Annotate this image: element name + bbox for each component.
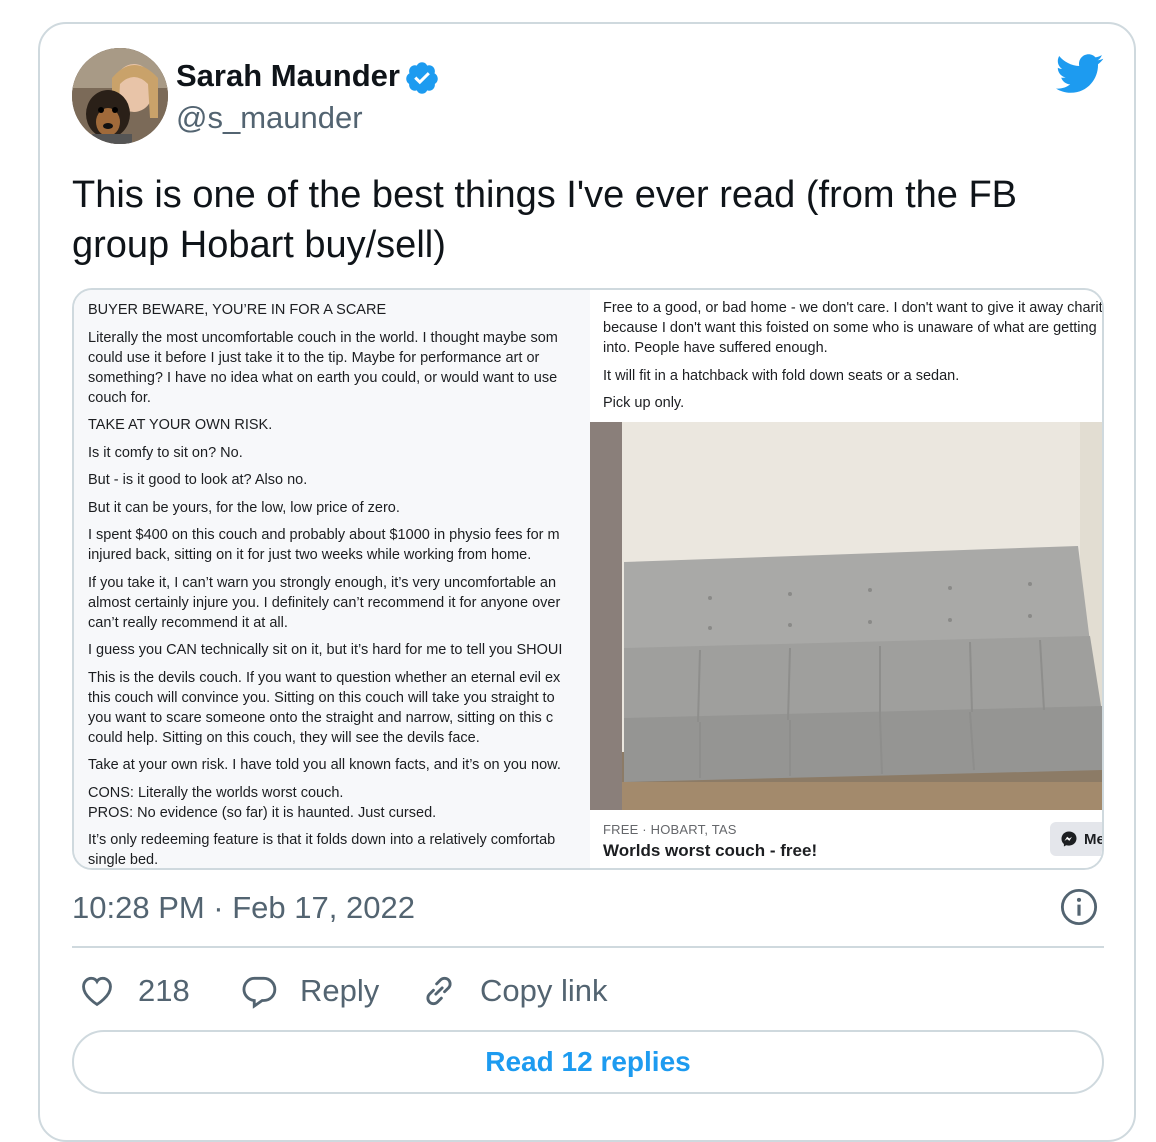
tweet-timestamp[interactable]: 10:28 PM · Feb 17, 2022: [72, 890, 415, 926]
messenger-button[interactable]: Me: [1050, 822, 1104, 856]
listing-paragraph: Take at your own risk. I have told you a…: [88, 757, 561, 773]
listing-paragraph: If you take it, I can’t warn you strongl…: [88, 574, 561, 631]
reply-bubble-icon: [242, 976, 277, 1009]
listing-paragraph: It will fit in a hatchback with fold dow…: [603, 367, 960, 384]
listing-paragraph: CONS: Literally the worlds worst couch. …: [88, 784, 437, 821]
listing-paragraph: But - is it good to look at? Also no.: [88, 472, 308, 488]
like-button[interactable]: 218: [78, 966, 190, 1016]
listing-paragraph: BUYER BEWARE, YOU’RE IN FOR A SCARE: [88, 302, 387, 318]
tweet-media[interactable]: BUYER BEWARE, YOU’RE IN FOR A SCARE Liter…: [72, 288, 1104, 870]
listing-description-left: BUYER BEWARE, YOU’RE IN FOR A SCARE Liter…: [74, 290, 590, 868]
read-replies-button[interactable]: Read 12 replies: [72, 1030, 1104, 1094]
verified-badge-icon: [406, 62, 438, 94]
listing-paragraph: I spent $400 on this couch and probably …: [88, 527, 560, 563]
messenger-icon: [1061, 831, 1077, 847]
messenger-label: Me: [1084, 830, 1104, 848]
info-icon[interactable]: [1060, 888, 1098, 926]
listing-meta: FREE · HOBART, TAS: [603, 822, 737, 837]
listing-paragraph: Literally the most uncomfortable couch i…: [88, 329, 558, 406]
heart-icon: [82, 976, 112, 1007]
listing-paragraph: This is the devils couch. If you want to…: [88, 669, 561, 746]
avatar[interactable]: [72, 48, 168, 144]
listing-paragraph: It’s only redeeming feature is that it f…: [88, 832, 556, 868]
twitter-bird-icon[interactable]: [1056, 54, 1104, 94]
listing-paragraph: Pick up only.: [603, 395, 685, 411]
couch-photo: [590, 422, 1102, 810]
divider: [72, 946, 1104, 948]
reply-label: Reply: [300, 973, 380, 1008]
reply-button[interactable]: Reply: [240, 966, 379, 1016]
listing-paragraph: Is it comfy to sit on? No.: [88, 444, 243, 461]
listing-paragraph: But it can be yours, for the low, low pr…: [88, 499, 400, 516]
listing-paragraph: I guess you CAN technically sit on it, b…: [88, 642, 563, 658]
link-icon: [426, 976, 452, 1006]
tweet-text: This is one of the best things I've ever…: [72, 174, 1018, 266]
listing-title[interactable]: Worlds worst couch - free!: [603, 841, 817, 861]
like-count: 218: [138, 973, 190, 1008]
listing-panel-right: Free to a good, or bad home - we don't c…: [590, 290, 1104, 868]
author-handle[interactable]: @s_maunder: [176, 100, 363, 136]
author-name[interactable]: Sarah Maunder: [176, 58, 400, 94]
listing-paragraph: TAKE AT YOUR OWN RISK.: [88, 417, 273, 433]
listing-paragraph: Free to a good, or bad home - we don't c…: [603, 300, 1104, 356]
copy-link-button[interactable]: Copy link: [420, 966, 608, 1016]
copy-link-label: Copy link: [480, 973, 608, 1008]
